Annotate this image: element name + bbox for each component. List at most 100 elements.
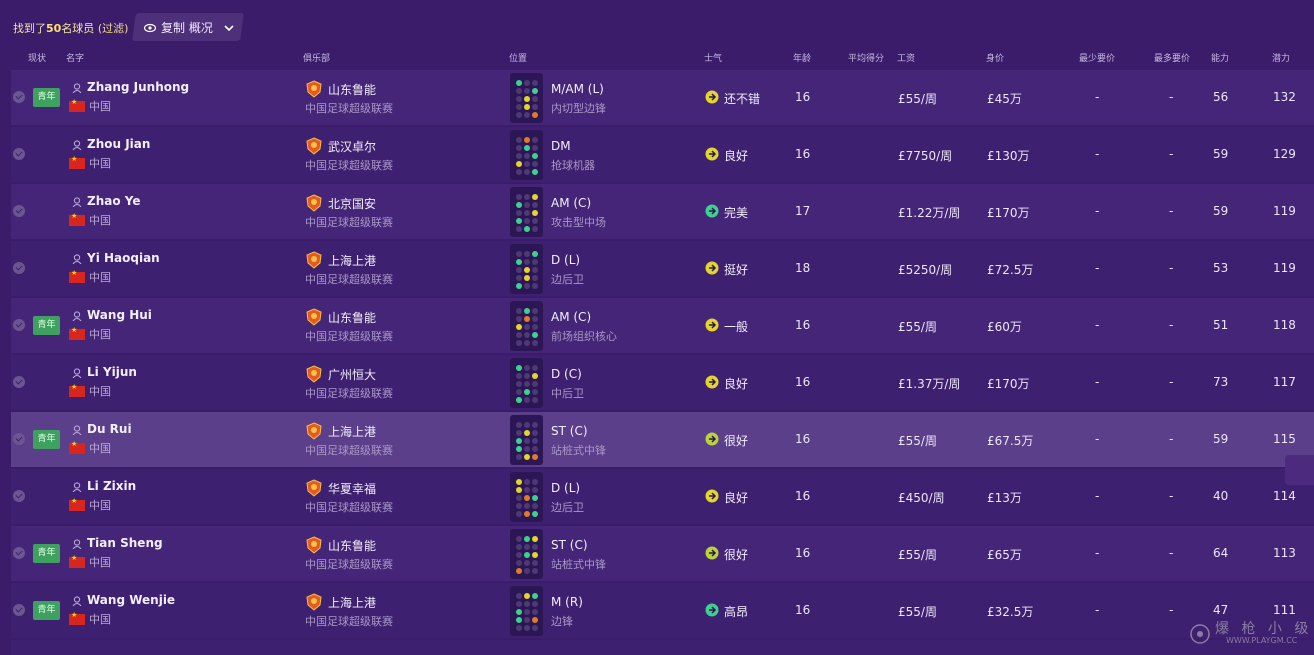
league-name[interactable]: 中国足球超级联赛 [305,499,393,515]
club-name[interactable]: 上海上港 [328,594,376,611]
position-dot [516,593,522,599]
col-wage[interactable]: 工资 [897,51,915,64]
player-max-fee: - [1169,432,1174,446]
club-name[interactable]: 北京国安 [328,195,376,212]
table-row[interactable]: Zhou Jian 中国 武汉卓尔 中国足球超级联赛 DM 抢球机器 良好 16… [11,127,1314,182]
youth-badge: 青年 [33,88,60,107]
col-max-fee[interactable]: 最多要价 [1154,51,1190,64]
league-name[interactable]: 中国足球超级联赛 [305,556,393,572]
col-position[interactable]: 位置 [509,51,527,64]
player-min-fee: - [1095,204,1100,218]
select-checkbox[interactable] [13,490,25,502]
player-name[interactable]: Du Rui [87,422,132,436]
player-name[interactable]: Yi Haoqian [87,251,160,265]
position-dot [516,226,522,232]
select-checkbox[interactable] [13,376,25,388]
position-dot [532,568,538,574]
league-name[interactable]: 中国足球超级联赛 [305,100,393,116]
position-dot [524,226,530,232]
club-crest-icon [306,536,322,554]
player-ability: 53 [1213,261,1229,275]
league-name[interactable]: 中国足球超级联赛 [305,271,393,287]
league-name[interactable]: 中国足球超级联赛 [305,385,393,401]
club-name[interactable]: 广州恒大 [328,366,376,383]
player-nationality: 中国 [89,100,111,113]
club-name[interactable]: 上海上港 [328,423,376,440]
position-dot [532,609,538,615]
table-row[interactable]: 青年 Du Rui 中国 上海上港 中国足球超级联赛 ST (C) 站桩式中锋 … [11,412,1314,467]
filter-link[interactable]: (过滤) [98,22,129,35]
player-name[interactable]: Wang Wenjie [87,593,175,607]
club-name[interactable]: 山东鲁能 [328,309,376,326]
col-club[interactable]: 俱乐部 [303,51,330,64]
player-name[interactable]: Li Yijun [87,365,137,379]
position-dot [516,169,522,175]
league-name[interactable]: 中国足球超级联赛 [305,328,393,344]
select-checkbox[interactable] [13,319,25,331]
select-checkbox[interactable] [13,148,25,160]
side-panel-tab[interactable] [1285,455,1314,485]
table-row[interactable]: Yi Haoqian 中国 上海上港 中国足球超级联赛 D (L) 边后卫 挺好… [11,241,1314,296]
col-avg-rating[interactable]: 平均得分 [848,51,884,64]
table-row[interactable]: Zhao Ye 中国 北京国安 中国足球超级联赛 AM (C) 攻击型中场 完美… [11,184,1314,239]
player-name[interactable]: Zhou Jian [87,137,150,151]
position-dot [516,495,522,501]
player-name[interactable]: Zhao Ye [87,194,141,208]
table-row[interactable] [11,640,1314,655]
table-row[interactable]: 青年 Wang Hui 中国 山东鲁能 中国足球超级联赛 AM (C) 前场组织… [11,298,1314,353]
club-name[interactable]: 山东鲁能 [328,81,376,98]
league-name[interactable]: 中国足球超级联赛 [305,214,393,230]
table-row[interactable]: 青年 Zhang Junhong 中国 山东鲁能 中国足球超级联赛 M/AM (… [11,70,1314,125]
china-flag-icon [69,212,85,226]
select-checkbox[interactable] [13,91,25,103]
player-max-fee: - [1169,204,1174,218]
position-dot [524,96,530,102]
player-name[interactable]: Zhang Junhong [87,80,189,94]
select-checkbox[interactable] [13,604,25,616]
league-name[interactable]: 中国足球超级联赛 [305,613,393,629]
club-name[interactable]: 上海上港 [328,252,376,269]
club-name[interactable]: 华夏幸福 [328,480,376,497]
col-ability[interactable]: 能力 [1211,51,1229,64]
position-dot [532,536,538,542]
league-name[interactable]: 中国足球超级联赛 [305,442,393,458]
table-row[interactable]: Li Yijun 中国 广州恒大 中国足球超级联赛 D (C) 中后卫 良好 1… [11,355,1314,410]
copy-overview-label[interactable]: 复制 概况 [144,19,234,36]
select-checkbox[interactable] [13,433,25,445]
col-value[interactable]: 身价 [986,51,1004,64]
table-row[interactable]: 青年 Wang Wenjie 中国 上海上港 中国足球超级联赛 M (R) 边锋… [11,583,1314,638]
player-nationality: 中国 [89,385,111,398]
club-name[interactable]: 山东鲁能 [328,537,376,554]
table-row[interactable]: 青年 Tian Sheng 中国 山东鲁能 中国足球超级联赛 ST (C) 站桩… [11,526,1314,581]
col-name[interactable]: 名字 [66,51,84,64]
position-dot [516,389,522,395]
youth-badge: 青年 [33,316,60,335]
position-dot [524,617,530,623]
col-potential[interactable]: 潜力 [1272,51,1290,64]
select-checkbox[interactable] [13,547,25,559]
position-dot [524,479,530,485]
player-max-fee: - [1169,147,1174,161]
col-age[interactable]: 年龄 [793,51,811,64]
player-name[interactable]: Tian Sheng [87,536,163,550]
position-dot [516,560,522,566]
player-name[interactable]: Wang Hui [87,308,152,322]
player-age: 16 [795,90,811,104]
col-morale[interactable]: 士气 [704,51,722,64]
table-row[interactable]: Li Zixin 中国 华夏幸福 中国足球超级联赛 D (L) 边后卫 良好 1… [11,469,1314,524]
position-dot [532,259,538,265]
position-dot [516,267,522,273]
position-dot [532,332,538,338]
col-status[interactable]: 现状 [28,51,46,64]
position-dot [516,324,522,330]
club-name[interactable]: 武汉卓尔 [328,138,376,155]
player-role: 站桩式中锋 [551,558,606,571]
league-name[interactable]: 中国足球超级联赛 [305,157,393,173]
select-checkbox[interactable] [13,262,25,274]
player-name[interactable]: Li Zixin [87,479,136,493]
player-role: 内切型边锋 [551,102,606,115]
select-checkbox[interactable] [13,205,25,217]
player-wage: £1.37万/周 [898,377,961,391]
player-potential: 129 [1273,147,1296,161]
col-min-fee[interactable]: 最少要价 [1079,51,1115,64]
